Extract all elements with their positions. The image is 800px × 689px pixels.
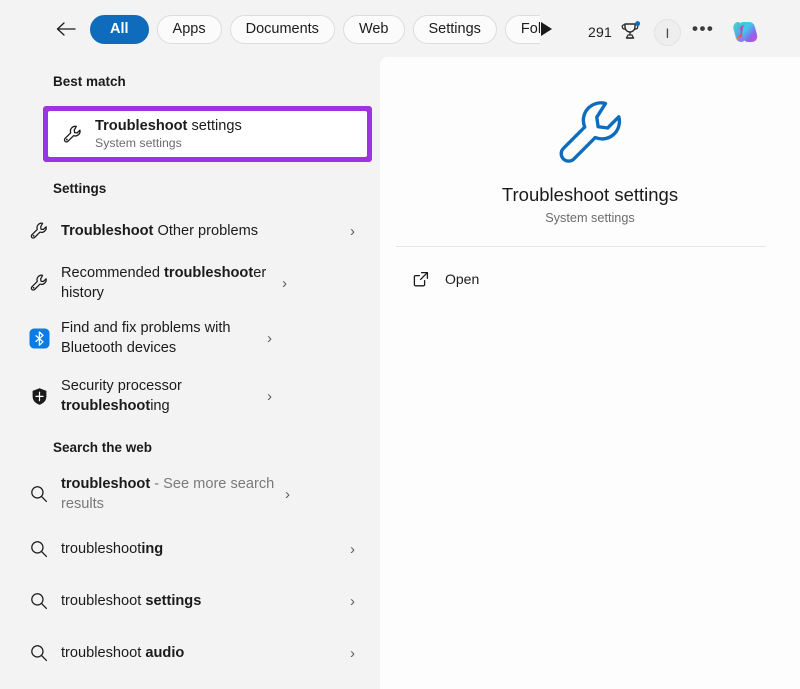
chevron-right-icon: › (282, 274, 287, 292)
filter-pill-folders[interactable]: Folders (504, 14, 540, 44)
copilot-button[interactable] (729, 15, 763, 49)
open-action-button[interactable]: Open (396, 260, 696, 298)
magnifier-glyph (31, 645, 48, 662)
result-row-recommended-troubleshooter-history[interactable]: Recommended troubleshooter history › (13, 257, 365, 309)
wrench-icon (24, 272, 54, 294)
result-row-troubleshoot-other-problems[interactable]: Troubleshoot Other problems › (13, 205, 365, 257)
preview-wrench-icon (551, 95, 629, 173)
result-row-security-processor-troubleshooting[interactable]: Security processor troubleshooting › (13, 367, 365, 425)
search-web-section-label: Search the web (53, 440, 153, 455)
copilot-logo-icon (733, 22, 758, 42)
account-avatar[interactable]: I (654, 19, 681, 46)
filter-pill-apps[interactable]: Apps (156, 14, 222, 44)
result-label: troubleshooting (61, 541, 164, 557)
result-row-web-troubleshoot-audio[interactable]: troubleshoot audio › (13, 627, 365, 679)
shield-icon (24, 386, 54, 407)
preview-title: Troubleshoot settings (501, 184, 679, 205)
search-icon (24, 591, 54, 611)
chevron-right-icon: › (285, 485, 290, 503)
wrench-glyph (30, 222, 47, 239)
best-match-title: Troubleshoot settings (95, 117, 242, 134)
preview-panel: Troubleshoot settings System settings Op… (380, 57, 800, 689)
chevron-right-icon: › (350, 644, 355, 662)
external-link-icon (409, 270, 433, 288)
filter-pill-settings[interactable]: Settings (412, 14, 497, 44)
result-label: Find and fix problems with Bluetooth dev… (61, 320, 231, 356)
wrench-icon (57, 123, 87, 146)
magnifier-glyph (31, 593, 48, 610)
result-row-web-troubleshoot-printer[interactable]: troubleshoot printer › (13, 679, 365, 689)
rewards-points: 291 (588, 24, 612, 40)
chevron-right-icon: › (267, 329, 272, 347)
back-button[interactable] (52, 18, 80, 40)
chevron-right-icon: › (350, 592, 355, 610)
bluetooth-glyph (29, 328, 49, 348)
search-header: All Apps Documents Web Settings Folders … (0, 0, 800, 57)
result-label: Security processor troubleshooting (61, 378, 182, 414)
web-results-list: troubleshoot - See more search results ›… (0, 465, 378, 689)
chevron-right-icon: › (350, 540, 355, 558)
result-label: Recommended troubleshooter history (61, 265, 267, 301)
open-label: Open (445, 271, 480, 287)
back-arrow-icon (56, 22, 76, 36)
result-row-web-see-more[interactable]: troubleshoot - See more search results › (13, 465, 365, 523)
play-triangle-icon (541, 22, 552, 36)
filter-pill-all[interactable]: All (90, 14, 149, 44)
best-match-text-block: Troubleshoot settings System settings (87, 118, 242, 151)
chevron-right-icon: › (350, 222, 355, 240)
best-match-result-troubleshoot-settings[interactable]: Troubleshoot settings System settings (48, 111, 367, 157)
wrench-glyph (63, 125, 81, 142)
filter-pill-documents[interactable]: Documents (229, 14, 335, 44)
trophy-glyph (621, 21, 641, 39)
result-label: troubleshoot audio (61, 645, 185, 661)
shield-glyph (32, 387, 46, 405)
filter-pill-row[interactable]: All Apps Documents Web Settings Folders … (90, 14, 540, 44)
open-external-glyph (413, 271, 429, 287)
search-icon (24, 643, 54, 663)
best-match-subtitle: System settings (95, 135, 182, 150)
scroll-forward-button[interactable] (538, 20, 556, 38)
settings-section-label: Settings (53, 181, 107, 196)
chevron-right-icon: › (267, 387, 272, 405)
windows-search-window: All Apps Documents Web Settings Folders … (0, 0, 800, 689)
preview-divider (396, 246, 766, 247)
result-row-bluetooth-problems[interactable]: Find and fix problems with Bluetooth dev… (13, 309, 365, 367)
settings-results-list: Troubleshoot Other problems › Recommende… (0, 205, 378, 425)
more-options-button[interactable]: ••• (692, 20, 714, 37)
result-label: troubleshoot settings (61, 593, 202, 609)
magnifier-glyph (31, 541, 48, 558)
preview-subtitle: System settings (545, 211, 635, 225)
result-label: troubleshoot - See more search results (61, 476, 275, 512)
result-row-web-troubleshooting[interactable]: troubleshooting › (13, 523, 365, 575)
magnifier-glyph (31, 486, 48, 503)
wrench-large-glyph (559, 101, 622, 163)
result-label: Troubleshoot Other problems (61, 223, 259, 239)
wrench-icon (24, 220, 54, 242)
best-match-section-label: Best match (53, 74, 126, 89)
search-icon (24, 539, 54, 559)
result-row-web-troubleshoot-settings[interactable]: troubleshoot settings › (13, 575, 365, 627)
search-icon (24, 484, 54, 504)
filter-pill-web[interactable]: Web (342, 14, 405, 44)
rewards-trophy-icon[interactable] (619, 20, 641, 42)
wrench-glyph (30, 274, 47, 291)
bluetooth-icon (24, 328, 54, 349)
